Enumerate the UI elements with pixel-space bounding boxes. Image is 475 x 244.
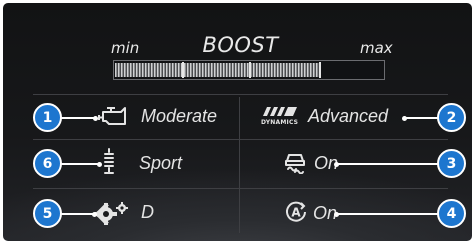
esp-icon [283,150,307,178]
suspension-mode-value[interactable]: Sport [139,153,182,174]
engine-icon [97,104,129,132]
callout-badge-6: 6 [33,149,62,178]
boost-gauge-divider [182,62,184,78]
callout-leader-1 [59,117,97,119]
callout-leader-dot [92,211,97,217]
callout-leader-2 [405,117,439,119]
callout-badge-2: 2 [437,103,466,132]
engine-mode-value[interactable]: Moderate [141,106,217,127]
callout-badge-5: 5 [33,199,62,228]
dynamics-mode-value[interactable]: Advanced [308,106,388,127]
grid-divider [33,139,448,140]
start-stop-icon: A [284,200,308,228]
callout-badge-3: 3 [437,149,466,178]
grid-divider-vertical [239,97,240,233]
callout-leader-dot [334,211,339,217]
callout-leader-4 [336,213,439,215]
amg-drive-program-display: min BOOST max Moderate DYNAMICS Advanced… [0,0,475,244]
callout-badge-1: 1 [33,103,62,132]
callout-leader-6 [59,163,99,165]
grid-divider [33,94,448,95]
boost-gauge-fill [115,63,320,77]
boost-title: BOOST [202,33,279,57]
boost-gauge [113,60,385,80]
boost-gauge-divider [249,62,251,78]
boost-max-label: max [360,39,393,57]
callout-leader-dot [402,115,407,121]
callout-leader-dot [93,115,98,121]
suspension-icon [102,148,116,178]
amg-dynamics-logo-text: DYNAMICS [261,119,299,126]
amg-dynamics-logo: DYNAMICS [259,104,303,130]
transmission-icon [94,201,129,229]
callout-leader-dot [334,161,339,167]
grid-divider [33,188,448,189]
transmission-mode-value[interactable]: D [141,202,154,223]
callout-leader-3 [336,163,439,165]
callout-badge-4: 4 [437,199,466,228]
callout-leader-dot [97,161,102,167]
callout-leader-5 [59,213,95,215]
svg-text:A: A [291,206,301,220]
boost-gauge-divider [319,62,321,78]
